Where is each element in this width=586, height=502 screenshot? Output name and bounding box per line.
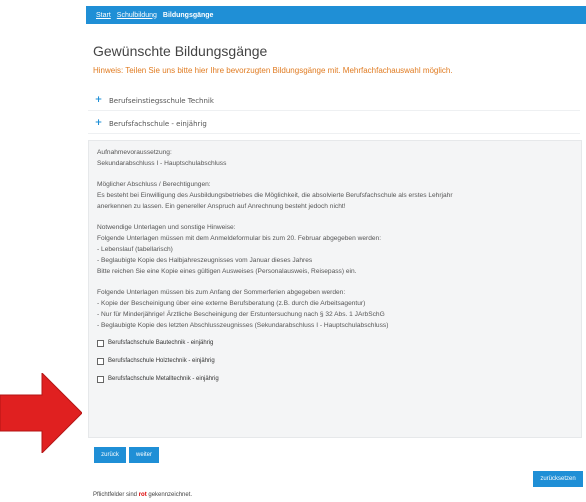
- checkbox-label: Berufsfachschule Bautechnik - einjährig: [108, 340, 214, 346]
- checkbox-metalltechnik[interactable]: Berufsfachschule Metalltechnik - einjähr…: [97, 374, 573, 385]
- detail-line: - Kopie der Bescheinigung über eine exte…: [97, 300, 366, 307]
- plus-icon: +: [94, 95, 103, 105]
- detail-line: anerkennen zu lassen. Ein genereller Ans…: [97, 203, 346, 210]
- checkbox-holztechnik[interactable]: Berufsfachschule Holztechnik - einjährig: [97, 356, 573, 367]
- red-arrow-icon: [0, 373, 82, 453]
- detail-line: - Nur für Minderjährige! Ärztliche Besch…: [97, 311, 385, 318]
- breadcrumb: Start Schulbildung Bildungsgänge: [86, 6, 586, 24]
- detail-line: Aufnahmevoraussetzung:: [97, 149, 172, 156]
- detail-line: - Lebenslauf (tabellarisch): [97, 246, 173, 253]
- plus-icon: +: [94, 118, 103, 128]
- breadcrumb-schulbildung-link[interactable]: Schulbildung: [117, 12, 157, 19]
- detail-line: - Beglaubigte Kopie des letzten Abschlus…: [97, 322, 389, 329]
- accordion-label: Berufseinstiegsschule Technik: [109, 96, 214, 105]
- checkbox-label: Berufsfachschule Holztechnik - einjährig: [108, 358, 215, 364]
- checkbox-bautechnik[interactable]: Berufsfachschule Bautechnik - einjährig: [97, 338, 573, 349]
- detail-line: Folgende Unterlagen müssen bis zum Anfan…: [97, 289, 346, 296]
- detail-line: Folgende Unterlagen müssen mit dem Anmel…: [97, 235, 382, 242]
- checkbox-box[interactable]: [97, 376, 104, 383]
- detail-line: Bitte reichen Sie eine Kopie eines gülti…: [97, 268, 357, 275]
- detail-line: Möglicher Abschluss / Berechtigungen:: [97, 181, 211, 188]
- accordion-berufseinstiegsschule[interactable]: + Berufseinstiegsschule Technik: [88, 91, 580, 111]
- back-button[interactable]: zurück: [94, 447, 126, 463]
- breadcrumb-current: Bildungsgänge: [162, 11, 214, 19]
- checkbox-box[interactable]: [97, 340, 104, 347]
- details-panel: Aufnahmevoraussetzung: Sekundarabschluss…: [88, 140, 582, 438]
- accordion-label: Berufsfachschule - einjährig: [109, 119, 207, 128]
- footer-text-after: gekennzeichnet.: [146, 492, 193, 498]
- detail-line: Sekundarabschluss I - Hauptschulabschlus…: [97, 160, 227, 167]
- hint-text: Hinweis: Teilen Sie uns bitte hier Ihre …: [93, 66, 453, 75]
- required-fields-note: Pflichtfelder sind rot gekennzeichnet.: [93, 492, 192, 498]
- reset-button[interactable]: zurücksetzen: [533, 471, 583, 487]
- footer-text-before: Pflichtfelder sind: [93, 492, 139, 498]
- next-button[interactable]: weiter: [129, 447, 159, 463]
- checkbox-label: Berufsfachschule Metalltechnik - einjähr…: [108, 376, 219, 382]
- breadcrumb-start-link[interactable]: Start: [96, 12, 111, 19]
- checkbox-box[interactable]: [97, 358, 104, 365]
- detail-line: - Beglaubigte Kopie des Halbjahreszeugni…: [97, 257, 313, 264]
- footer-red-word: rot: [138, 492, 147, 498]
- page-title: Gewünschte Bildungsgänge: [93, 43, 268, 59]
- detail-line: Notwendige Unterlagen und sonstige Hinwe…: [97, 224, 236, 231]
- accordion-berufsfachschule[interactable]: + Berufsfachschule - einjährig: [88, 114, 580, 134]
- detail-line: Es besteht bei Einwilligung des Ausbildu…: [97, 192, 453, 199]
